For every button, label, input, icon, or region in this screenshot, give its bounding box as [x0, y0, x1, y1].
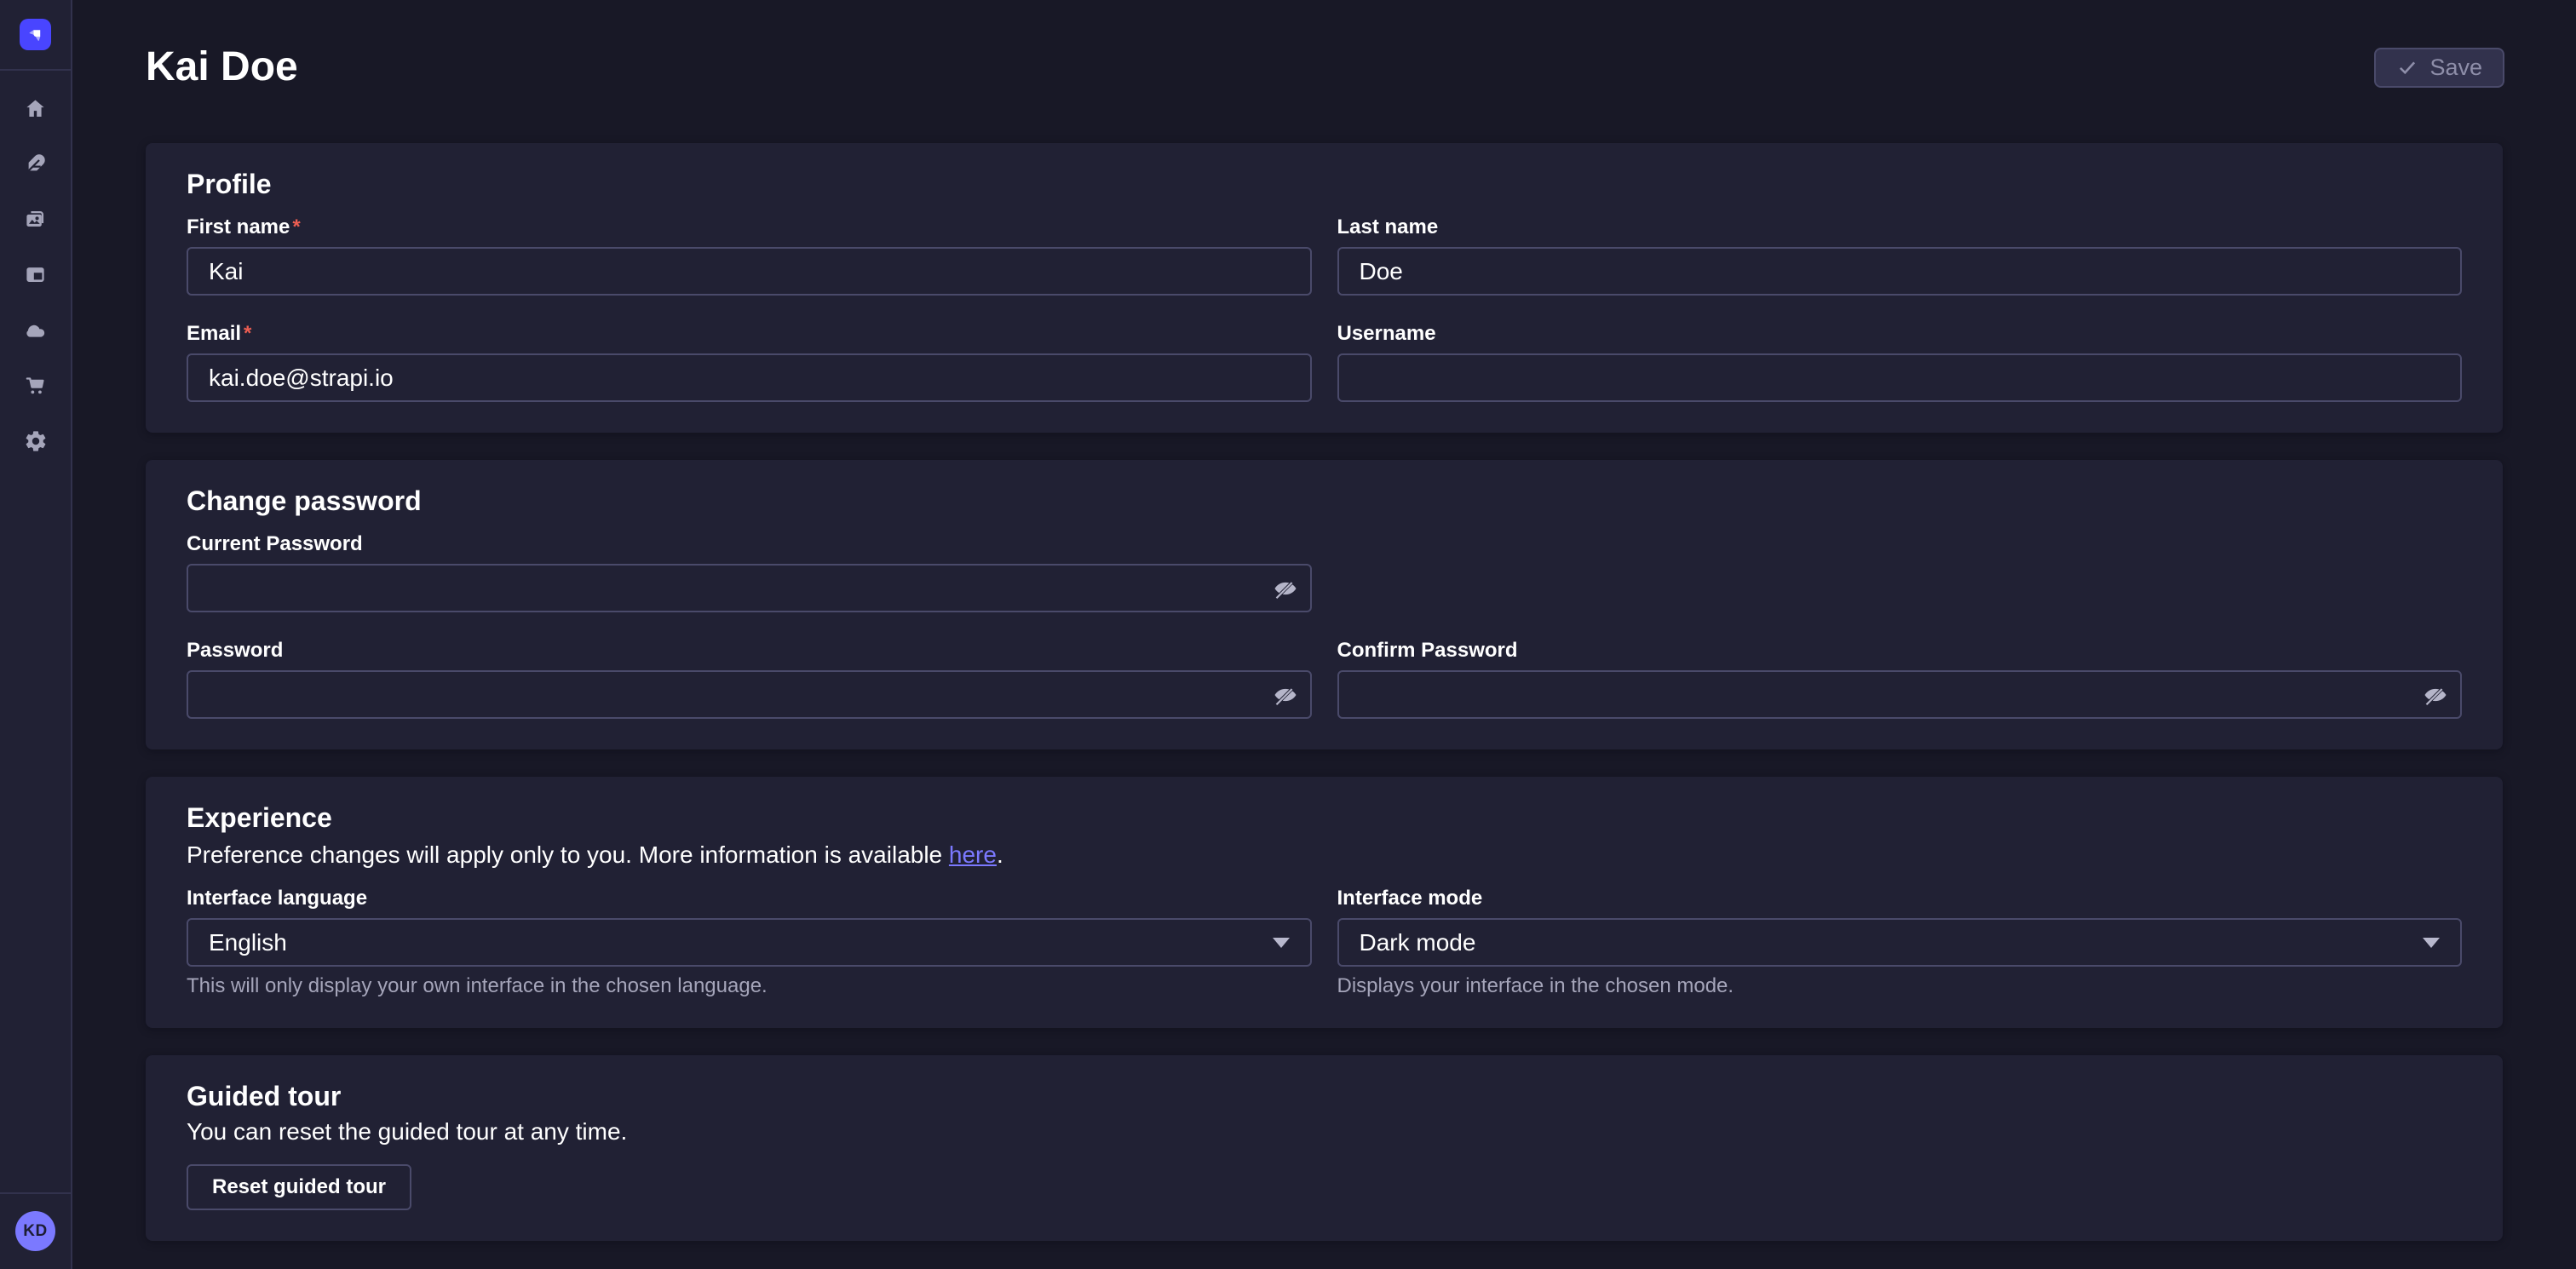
interface-language-label: Interface language: [187, 887, 1312, 910]
sidebar-item-marketplace[interactable]: [0, 358, 71, 413]
profile-card-title: Profile: [187, 170, 2462, 198]
email-field-group: Email*: [187, 323, 1312, 402]
chevron-down-icon: [2423, 938, 2440, 948]
confirm-password-input[interactable]: [1337, 670, 2463, 719]
eye-off-icon: [1273, 591, 1298, 604]
main-nav-sidebar: KD: [0, 0, 72, 1269]
settings-content: Profile First name* Last name Email*: [74, 92, 2576, 1241]
eye-off-icon: [2423, 698, 2448, 710]
username-input[interactable]: [1337, 353, 2463, 402]
interface-mode-select[interactable]: Dark mode: [1337, 918, 2463, 967]
required-asterisk: *: [292, 215, 300, 238]
sidebar-item-settings[interactable]: [0, 413, 71, 468]
interface-mode-value: Dark mode: [1360, 929, 1476, 956]
avatar-initials: KD: [23, 1222, 47, 1241]
more-information-link[interactable]: here: [949, 841, 997, 868]
first-name-input[interactable]: [187, 247, 1312, 296]
first-name-field-group: First name*: [187, 216, 1312, 296]
current-password-input[interactable]: [187, 564, 1312, 612]
eye-off-icon: [1273, 698, 1298, 710]
required-asterisk: *: [244, 322, 251, 345]
images-icon: [24, 208, 47, 231]
sidebar-item-media-library[interactable]: [0, 192, 71, 247]
main-content: Kai Doe Save Profile First name* Las: [74, 0, 2576, 1269]
password-form: Current Password: [187, 533, 2462, 719]
cloud-icon: [24, 319, 48, 342]
toggle-new-password-visibility-button[interactable]: [1268, 677, 1303, 713]
username-label: Username: [1337, 323, 2463, 345]
interface-language-value: English: [209, 929, 287, 956]
sidebar-item-content-type-builder[interactable]: [0, 247, 71, 302]
cart-icon: [24, 374, 47, 397]
experience-card: Experience Preference changes will apply…: [146, 777, 2503, 1028]
current-password-field-group: Current Password: [187, 533, 1312, 612]
grid-spacer: [1337, 533, 2463, 612]
toggle-confirm-password-visibility-button[interactable]: [2418, 677, 2453, 713]
toggle-current-password-visibility-button[interactable]: [1268, 571, 1303, 606]
confirm-password-field-group: Confirm Password: [1337, 640, 2463, 719]
layout-icon: [24, 263, 47, 286]
new-password-field-group: Password: [187, 640, 1312, 719]
strapi-logo-button[interactable]: [20, 19, 51, 50]
last-name-field-group: Last name: [1337, 216, 2463, 296]
guided-tour-card: Guided tour You can reset the guided tou…: [146, 1055, 2503, 1241]
profile-form: First name* Last name Email* Username: [187, 216, 2462, 402]
sidebar-item-content-manager[interactable]: [0, 136, 71, 192]
strapi-admin-app: KD Kai Doe Save Profile First name*: [0, 0, 2576, 1269]
current-password-label: Current Password: [187, 533, 1312, 555]
interface-mode-label: Interface mode: [1337, 887, 2463, 910]
interface-language-select[interactable]: English: [187, 918, 1312, 967]
experience-form: Interface language English This will onl…: [187, 887, 2462, 997]
sidebar-item-deploy[interactable]: [0, 302, 71, 358]
experience-description: Preference changes will apply only to yo…: [187, 841, 2462, 869]
email-input[interactable]: [187, 353, 1312, 402]
last-name-input[interactable]: [1337, 247, 2463, 296]
chevron-down-icon: [1273, 938, 1290, 948]
interface-language-hint: This will only display your own interfac…: [187, 975, 1312, 997]
change-password-card: Change password Current Password: [146, 460, 2503, 749]
sidebar-item-home[interactable]: [0, 81, 71, 136]
interface-language-field-group: Interface language English This will onl…: [187, 887, 1312, 997]
sidebar-footer: KD: [0, 1192, 71, 1269]
home-icon: [24, 97, 47, 120]
interface-mode-field-group: Interface mode Dark mode Displays your i…: [1337, 887, 2463, 997]
change-password-title: Change password: [187, 487, 2462, 514]
new-password-label: Password: [187, 640, 1312, 662]
gear-icon: [24, 429, 48, 453]
experience-card-title: Experience: [187, 804, 2462, 831]
check-icon: [2396, 56, 2418, 78]
guided-tour-description: You can reset the guided tour at any tim…: [187, 1118, 2462, 1146]
last-name-label: Last name: [1337, 216, 2463, 238]
strapi-logo-icon: [25, 24, 46, 45]
guided-tour-title: Guided tour: [187, 1082, 2462, 1110]
page-header: Kai Doe Save: [74, 0, 2576, 92]
logo-section: [0, 0, 71, 71]
save-button-label: Save: [2429, 55, 2482, 81]
new-password-input[interactable]: [187, 670, 1312, 719]
confirm-password-label: Confirm Password: [1337, 640, 2463, 662]
reset-guided-tour-button[interactable]: Reset guided tour: [187, 1164, 411, 1210]
user-avatar[interactable]: KD: [15, 1211, 55, 1251]
first-name-label: First name*: [187, 216, 1312, 238]
sidebar-nav: [0, 81, 71, 468]
username-field-group: Username: [1337, 323, 2463, 402]
interface-mode-hint: Displays your interface in the chosen mo…: [1337, 975, 2463, 997]
profile-card: Profile First name* Last name Email*: [146, 143, 2503, 433]
feather-icon: [24, 152, 47, 175]
page-title: Kai Doe: [146, 43, 298, 92]
email-label: Email*: [187, 323, 1312, 345]
save-button[interactable]: Save: [2374, 48, 2504, 88]
